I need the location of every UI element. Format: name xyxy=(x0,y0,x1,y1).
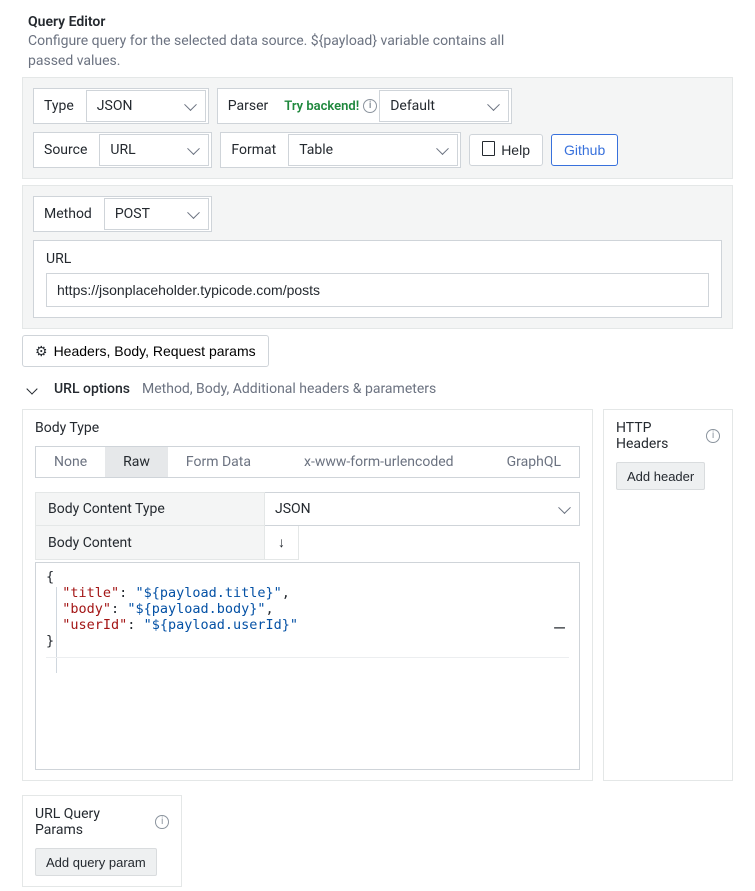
url-label: URL xyxy=(46,251,709,267)
source-field: Source URL xyxy=(33,132,212,168)
add-query-param-button[interactable]: Add query param xyxy=(35,848,157,876)
url-query-params-title: URL Query Params xyxy=(35,806,147,838)
document-icon xyxy=(482,141,495,159)
tab-xwww[interactable]: x-www-form-urlencoded xyxy=(269,447,489,477)
tab-graphql[interactable]: GraphQL xyxy=(489,447,579,477)
body-type-label: Body Type xyxy=(35,420,580,436)
body-content-label: Body Content xyxy=(35,526,265,560)
method-select[interactable]: POST xyxy=(104,198,209,230)
info-icon: i xyxy=(155,815,169,829)
url-options-collapser[interactable]: URL options Method, Body, Additional hea… xyxy=(0,377,755,409)
url-options-desc: Method, Body, Additional headers & param… xyxy=(142,381,436,397)
page-title: Query Editor xyxy=(28,14,727,30)
parser-select[interactable]: Default xyxy=(379,90,509,122)
method-field: Method POST xyxy=(33,196,212,232)
body-content-type-label: Body Content Type xyxy=(35,492,265,526)
tab-none[interactable]: None xyxy=(36,447,105,477)
info-icon: i xyxy=(363,99,377,113)
source-label: Source xyxy=(34,133,97,167)
body-content-expand[interactable] xyxy=(265,526,299,560)
add-header-button[interactable]: Add header xyxy=(616,462,705,490)
url-input[interactable] xyxy=(46,273,709,307)
type-label: Type xyxy=(34,89,84,123)
body-content-type-select[interactable]: JSON xyxy=(265,492,580,526)
format-field: Format Table xyxy=(220,132,461,168)
url-box: URL xyxy=(33,240,722,318)
try-backend-text: Try backend! xyxy=(284,99,359,114)
method-label: Method xyxy=(34,197,102,231)
info-icon: i xyxy=(706,429,720,443)
parser-field: Parser Try backend! i Default xyxy=(217,88,512,124)
format-label: Format xyxy=(221,133,286,167)
help-button[interactable]: Help xyxy=(469,134,543,166)
headers-body-params-button[interactable]: Headers, Body, Request params xyxy=(22,335,269,367)
github-button[interactable]: Github xyxy=(551,134,618,166)
format-select[interactable]: Table xyxy=(288,134,458,166)
try-backend-link[interactable]: Try backend! i xyxy=(284,99,377,114)
parser-label: Parser xyxy=(218,89,279,123)
http-headers-panel: HTTP Headers i Add header xyxy=(603,409,733,781)
source-select[interactable]: URL xyxy=(99,134,209,166)
type-field: Type JSON xyxy=(33,88,209,124)
arrow-down-icon xyxy=(278,534,285,551)
url-options-title: URL options xyxy=(54,381,130,397)
tab-form[interactable]: Form Data xyxy=(168,447,269,477)
github-label: Github xyxy=(564,142,605,158)
body-panel: Body Type None Raw Form Data x-www-form-… xyxy=(22,409,593,781)
tab-raw[interactable]: Raw xyxy=(105,447,168,477)
body-type-tabs: None Raw Form Data x-www-form-urlencoded… xyxy=(35,446,580,478)
url-query-params-panel: URL Query Params i Add query param xyxy=(22,795,182,887)
page-description: Configure query for the selected data so… xyxy=(28,32,528,71)
http-headers-title: HTTP Headers xyxy=(616,420,706,452)
help-label: Help xyxy=(501,142,530,158)
gear-icon xyxy=(35,343,48,360)
collapse-icon[interactable]: — xyxy=(554,617,565,638)
headers-body-params-label: Headers, Body, Request params xyxy=(54,343,256,359)
method-url-section: Method POST URL xyxy=(22,185,733,329)
type-select[interactable]: JSON xyxy=(86,90,206,122)
chevron-down-icon xyxy=(26,384,37,395)
body-editor[interactable]: — { "title": "${payload.title}", "body":… xyxy=(35,562,580,770)
query-basics-section: Type JSON Parser Try backend! i Default … xyxy=(22,77,733,179)
